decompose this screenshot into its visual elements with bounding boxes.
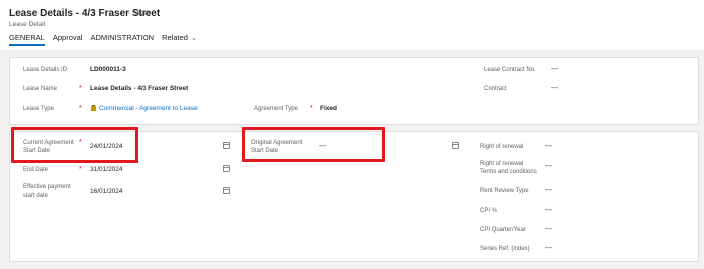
save-status: - Saved	[128, 10, 151, 17]
tab-general[interactable]: GENERAL	[9, 33, 45, 46]
cpi-percent-label: CPI %	[480, 208, 498, 214]
end-date-label: End Date	[23, 167, 49, 173]
chevron-down-icon: ⌄	[190, 35, 197, 42]
cpi-quarter-year-value[interactable]: ---	[545, 226, 552, 234]
required-marker: *	[79, 166, 82, 173]
calendar-icon[interactable]	[223, 165, 230, 172]
form-header: Lease Details - 4/3 Fraser Street - Save…	[0, 0, 704, 50]
right-of-renewal-label: Right of renewal	[480, 144, 524, 150]
right-of-renewal-terms-value[interactable]: ---	[545, 163, 552, 171]
calendar-icon[interactable]	[452, 142, 459, 149]
required-marker: *	[79, 105, 82, 112]
tab-approval[interactable]: Approval	[53, 33, 83, 42]
highlight-box-current-agreement	[11, 127, 138, 163]
lease-contract-no-label: Lease Contract No.	[484, 67, 536, 73]
right-of-renewal-terms-label-line1: Right of renewal	[480, 161, 524, 167]
effective-payment-label-line1: Effective payment	[23, 184, 71, 190]
calendar-icon[interactable]	[223, 142, 230, 149]
form-subtitle: Lease Detail	[9, 21, 46, 28]
agreement-type-value[interactable]: Fixed	[320, 105, 337, 113]
lease-type-label: Lease Type	[23, 106, 54, 112]
rent-review-type-value[interactable]: ---	[545, 187, 552, 195]
required-marker: *	[310, 105, 313, 112]
effective-payment-label-line2: start date	[23, 193, 49, 199]
right-of-renewal-terms-label-line2: Terms and conditions	[480, 169, 537, 175]
lease-type-link[interactable]: Commercial - Agreement to Lease	[99, 105, 198, 113]
lease-name-value[interactable]: Lease Details - 4/3 Fraser Street	[90, 85, 188, 93]
right-of-renewal-value[interactable]: ---	[545, 143, 552, 151]
lease-details-id-value[interactable]: LD000011-3	[90, 66, 126, 74]
lease-name-label: Lease Name	[23, 86, 58, 92]
series-ref-value[interactable]: ---	[545, 245, 552, 253]
cpi-percent-value[interactable]: ---	[545, 207, 552, 215]
rent-review-type-label: Rent Review Type	[480, 188, 529, 194]
calendar-icon[interactable]	[223, 187, 230, 194]
required-marker: *	[79, 85, 82, 92]
cpi-quarter-year-label: CPI Quarter/Year	[480, 227, 526, 233]
agreement-type-label: Agreement Type	[254, 106, 298, 112]
lease-summary-section: Lease Details ID LD000011-3 Lease Name *…	[9, 57, 699, 125]
tab-list: GENERAL Approval ADMINISTRATION Related ⌄	[9, 33, 197, 46]
lease-type-icon	[90, 105, 97, 112]
tab-related[interactable]: Related ⌄	[162, 33, 197, 42]
tab-administration[interactable]: ADMINISTRATION	[90, 33, 154, 42]
lease-contract-no-value[interactable]: ---	[551, 66, 558, 74]
contract-value[interactable]: ---	[551, 85, 558, 93]
end-date-input[interactable]: 31/01/2024	[90, 166, 123, 174]
effective-payment-start-date-input[interactable]: 16/01/2024	[90, 188, 123, 196]
highlight-box-original-agreement	[242, 127, 385, 162]
series-ref-label: Series Ref. (index)	[480, 246, 530, 252]
tab-related-label: Related	[162, 33, 188, 42]
contract-label: Contract	[484, 86, 507, 92]
lease-details-id-label: Lease Details ID	[23, 67, 68, 73]
